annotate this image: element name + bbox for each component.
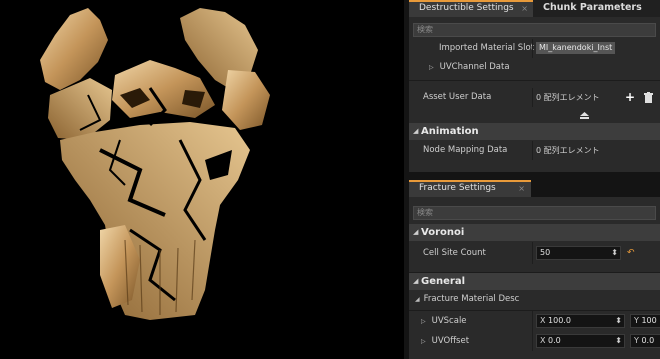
spin-arrows-icon[interactable]: ⬍ (611, 247, 618, 259)
property-label: Cell Site Count (423, 248, 486, 258)
panel-gap (409, 172, 660, 180)
expand-triangle-icon[interactable]: ▷ (421, 318, 426, 325)
property-label: ▷ UVScale (421, 316, 467, 326)
property-label: ◢ Fracture Material Desc (415, 294, 520, 304)
divider (409, 80, 660, 81)
category-title: Animation (421, 126, 479, 137)
spin-arrows-icon[interactable]: ⬍ (615, 315, 622, 327)
search-input[interactable]: 検索 (413, 23, 656, 37)
tab-fracture-settings[interactable]: Fracture Settings × (409, 180, 531, 197)
property-label: ▷ UVOffset (421, 336, 470, 346)
fracture-settings-panel: Fracture Settings × 検索 ◢ Voronoi Cell Si… (409, 180, 660, 359)
category-title: Voronoi (421, 227, 465, 238)
uv-scale-y-input[interactable]: Y 100 (630, 314, 660, 328)
expand-triangle-icon[interactable]: ▷ (421, 338, 426, 345)
property-row-node-mapping-data: Node Mapping Data 0 配列エレメント (409, 141, 660, 160)
uv-offset-x-input[interactable]: X 0.0 ⬍ (536, 334, 625, 348)
property-label: Imported Material Slot (439, 43, 535, 53)
property-row-uv-channel-data[interactable]: ▷ UVChannel Data (409, 58, 660, 77)
reset-arrow-icon[interactable]: ↶ (627, 242, 635, 264)
material-slot-value[interactable]: MI_kanendoki_Inst (536, 42, 616, 54)
viewport[interactable] (0, 0, 409, 359)
property-row-uv-scale: ▷ UVScale X 100.0 ⬍ Y 100 (409, 311, 660, 331)
property-row-uv-offset: ▷ UVOffset X 0.0 ⬍ Y 0.0 (409, 331, 660, 351)
column-separator (532, 311, 533, 331)
trash-icon[interactable] (644, 92, 653, 103)
close-icon[interactable]: × (518, 182, 525, 195)
property-row-fracture-material-desc[interactable]: ◢ Fracture Material Desc (409, 290, 660, 309)
expand-triangle-icon: ◢ (413, 127, 419, 135)
tab-chunk-parameters[interactable]: Chunk Parameters (533, 0, 660, 17)
close-icon[interactable]: × (521, 2, 528, 15)
category-animation[interactable]: ◢ Animation (409, 123, 660, 140)
property-row-asset-user-data: Asset User Data 0 配列エレメント + (409, 88, 660, 107)
spin-arrows-icon[interactable]: ⬍ (615, 335, 622, 347)
uv-scale-x-input[interactable]: X 100.0 ⬍ (536, 314, 625, 328)
property-label: Asset User Data (423, 92, 492, 102)
category-voronoi[interactable]: ◢ Voronoi (409, 224, 660, 241)
tab-label: Destructible Settings (419, 3, 514, 13)
column-separator (532, 141, 533, 160)
property-label: ▷ UVChannel Data (429, 62, 510, 72)
tab-label: Fracture Settings (419, 183, 496, 193)
tab-bar: Fracture Settings × (409, 180, 660, 197)
plus-icon[interactable]: + (625, 88, 635, 107)
property-label: Node Mapping Data (423, 145, 508, 155)
property-row-imported-material-slot: Imported Material Slot MI_kanendoki_Inst (409, 39, 660, 58)
tab-destructible-settings[interactable]: Destructible Settings × (409, 0, 534, 17)
search-input[interactable]: 検索 (413, 206, 656, 220)
property-row-cell-site-count: Cell Site Count 50 ⬍ ↶ (409, 242, 660, 264)
expand-triangle-icon[interactable]: ▷ (429, 64, 434, 71)
tab-label: Chunk Parameters (543, 2, 642, 13)
expand-triangle-icon: ◢ (413, 228, 419, 236)
expand-triangle-icon: ◢ (413, 277, 419, 285)
column-separator (532, 39, 533, 58)
category-title: General (421, 276, 465, 287)
destructible-settings-panel: Destructible Settings × Chunk Parameters… (409, 0, 660, 172)
fractured-mesh (40, 8, 270, 320)
cell-site-count-input[interactable]: 50 ⬍ (536, 246, 621, 260)
column-separator (532, 331, 533, 351)
category-general[interactable]: ◢ General (409, 273, 660, 290)
array-count-value: 0 配列エレメント (536, 146, 600, 155)
tab-bar: Destructible Settings × Chunk Parameters (409, 0, 660, 17)
uv-offset-y-input[interactable]: Y 0.0 (630, 334, 660, 348)
column-separator (532, 88, 533, 107)
collapse-arrow-icon[interactable] (580, 112, 589, 119)
array-count-value: 0 配列エレメント (536, 93, 600, 102)
expand-triangle-icon: ◢ (415, 296, 420, 303)
column-separator (532, 242, 533, 264)
